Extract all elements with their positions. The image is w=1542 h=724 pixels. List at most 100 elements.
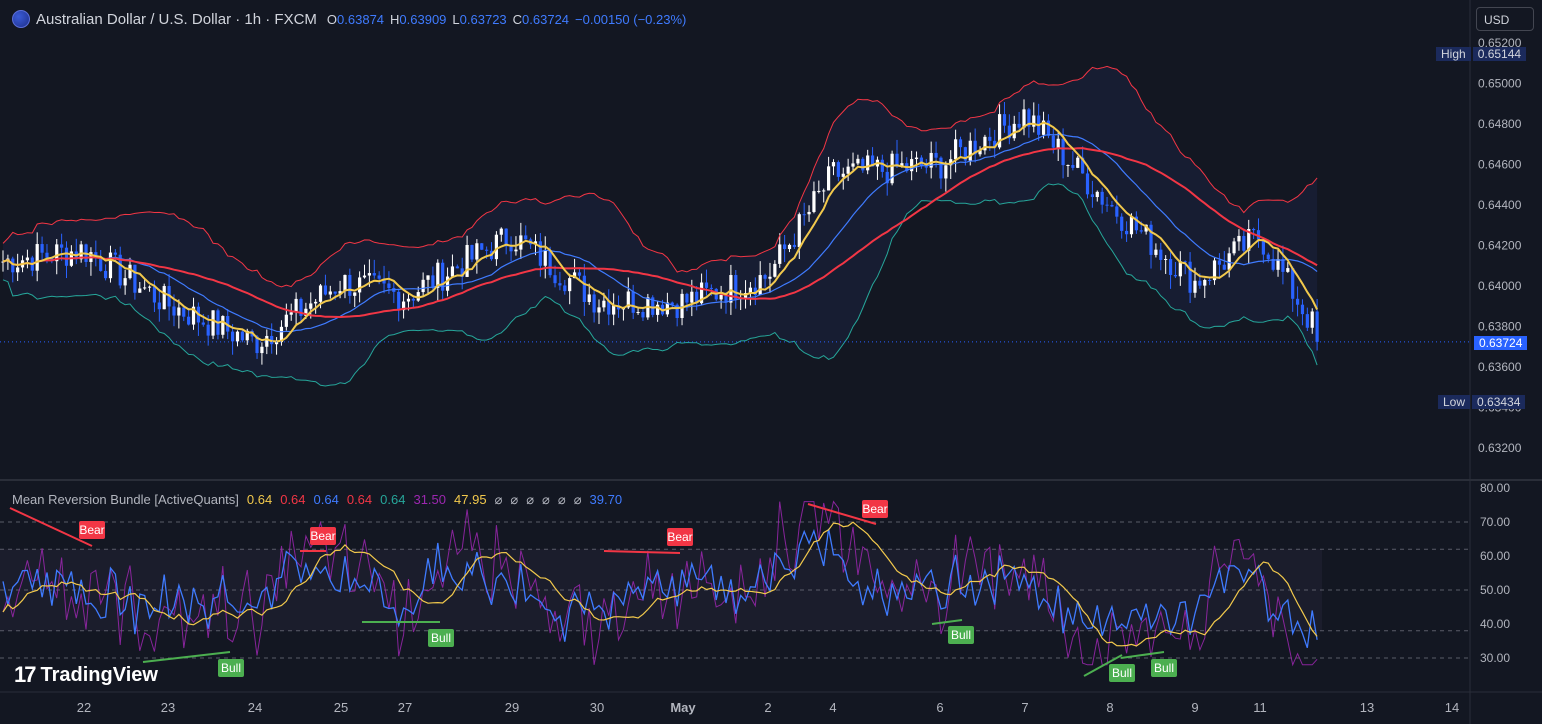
candle-body (182, 307, 186, 317)
chart-canvas[interactable]: 0.652000.650000.648000.646000.644000.642… (0, 0, 1542, 724)
indicator-values: 0.64 0.64 0.64 0.64 0.64 31.50 47.95 ⌀ ⌀ ⌀ ⌀ ⌀ ⌀ 39.7… (247, 492, 622, 508)
candle-body (543, 250, 547, 266)
candle-body (1100, 191, 1104, 205)
candle-body (592, 294, 596, 313)
candle-body (934, 152, 938, 158)
candle-body (831, 162, 836, 167)
candle-body (206, 324, 210, 336)
osc-tick-1: 70.00 (1480, 515, 1510, 529)
indicator-value-12: ⌀ (573, 492, 582, 507)
high-marker: High 0.65144 (1436, 46, 1527, 62)
price-tick-5: 0.64200 (1478, 239, 1522, 253)
indicator-value-8: ⌀ (510, 492, 519, 507)
candle-body (1090, 194, 1094, 198)
candle-body (704, 282, 709, 288)
candle-body (240, 331, 244, 341)
candle-body (1017, 123, 1021, 128)
candle-body (475, 243, 479, 260)
candle-body (318, 285, 323, 302)
candle-body (954, 139, 958, 160)
tradingview-logo-icon: 17 (14, 662, 37, 687)
symbol-header: Australian Dollar / U.S. Dollar · 1h · F… (12, 10, 686, 28)
candle-body (260, 346, 264, 354)
band-fill (3, 66, 1318, 387)
time-tick-4: 27 (398, 700, 412, 715)
indicator-value-13: 39.70 (589, 492, 623, 507)
open-value: 0.63874 (337, 11, 385, 27)
candle-body (587, 294, 591, 303)
price-tick-7: 0.63800 (1478, 320, 1522, 334)
candle-body (602, 300, 606, 308)
candle-body (1120, 216, 1124, 231)
candle-body (60, 244, 64, 248)
indicator-value-3: 0.64 (346, 492, 373, 507)
time-tick-3: 25 (334, 700, 348, 715)
candle-body (35, 244, 39, 271)
candle-body (470, 244, 474, 260)
candle-body (421, 279, 425, 293)
low-value: 0.63723 (459, 11, 507, 27)
candle-body (641, 312, 645, 318)
candle-body (1159, 249, 1163, 260)
time-tick-1: 23 (161, 700, 175, 715)
candle-body (1217, 260, 1222, 265)
candle-body (1051, 135, 1055, 148)
candle-body (685, 293, 689, 303)
candle-body (1105, 204, 1109, 206)
candle-body (836, 162, 840, 177)
candle-body (861, 158, 865, 171)
candle-body (577, 272, 582, 276)
candle-body (1085, 173, 1090, 195)
signal-label-2: Bear (667, 530, 692, 544)
candle-body (1154, 249, 1158, 255)
candle-body (1129, 216, 1134, 235)
candle-body (201, 322, 205, 325)
candle-body (1139, 230, 1143, 232)
indicator-value-0: 0.64 (246, 492, 273, 507)
price-tick-8: 0.63600 (1478, 360, 1522, 374)
indicator-value-10: ⌀ (542, 492, 550, 507)
candle-body (778, 244, 782, 264)
candle-body (274, 342, 279, 345)
tradingview-logo-text: TradingView (40, 663, 158, 686)
candle-body (792, 244, 796, 248)
time-tick-0: 22 (77, 700, 91, 715)
candle-body (397, 291, 401, 311)
candle-body (103, 270, 108, 279)
high-price: 0.65144 (1472, 47, 1527, 61)
osc-tick-2: 60.00 (1480, 549, 1510, 563)
symbol-title[interactable]: Australian Dollar / U.S. Dollar · 1h · F… (36, 11, 317, 28)
indicator-value-1: 0.64 (280, 492, 306, 507)
candle-body (162, 286, 166, 310)
time-tick-16: 14 (1445, 700, 1459, 715)
candle-body (172, 306, 176, 316)
time-tick-5: 29 (505, 700, 519, 715)
indicator-value-6: 47.95 (454, 492, 487, 507)
osc-tick-5: 30.00 (1480, 651, 1510, 665)
price-tick-1: 0.65000 (1478, 77, 1522, 91)
ohlc-values: O0.63874 H0.63909 L0.63723 C0.63724 −0.0… (327, 12, 686, 27)
candle-body (846, 166, 850, 174)
candle-body (1193, 280, 1197, 293)
candle-body (177, 307, 181, 316)
candle-body (558, 283, 562, 286)
candle-body (40, 244, 44, 253)
candle-body (1305, 314, 1309, 328)
currency-button[interactable]: USD (1476, 7, 1534, 31)
time-tick-7: May (670, 700, 696, 715)
signal-label-7: Bull (1112, 666, 1132, 680)
candle-body (284, 314, 288, 327)
indicator-name[interactable]: Mean Reversion Bundle [ActiveQuants] (12, 492, 239, 508)
candle-body (944, 165, 948, 179)
indicator-legend[interactable]: Mean Reversion Bundle [ActiveQuants] 0.6… (12, 492, 622, 508)
candle-body (362, 275, 367, 278)
candle-body (582, 275, 586, 303)
candle-body (768, 276, 772, 279)
candle-body (333, 291, 337, 294)
candle-body (113, 252, 117, 255)
candle-body (1203, 279, 1207, 286)
candle-body (309, 303, 313, 309)
candle-body (826, 166, 831, 191)
candle-body (597, 307, 601, 313)
tradingview-logo[interactable]: 17 TradingView (14, 662, 158, 688)
